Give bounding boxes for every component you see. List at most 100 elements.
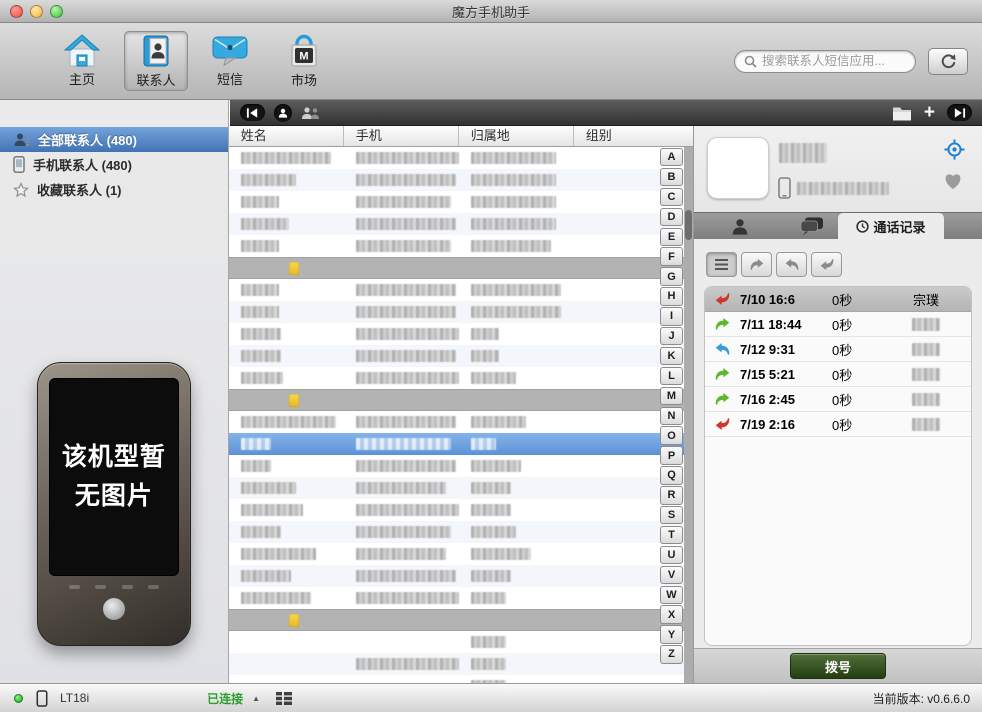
action-bar-left: [240, 104, 321, 122]
contact-row[interactable]: [229, 455, 693, 477]
column-header[interactable]: 归属地: [459, 126, 574, 146]
alphabet-R[interactable]: R: [660, 486, 683, 504]
alphabet-N[interactable]: N: [660, 407, 683, 425]
alphabet-F[interactable]: F: [660, 247, 683, 265]
alphabet-P[interactable]: P: [660, 446, 683, 464]
alphabet-D[interactable]: D: [660, 208, 683, 226]
contact-row[interactable]: [229, 521, 693, 543]
alphabet-Y[interactable]: Y: [660, 625, 683, 643]
sidebar-item-phone-contacts[interactable]: 手机联系人 (480): [0, 152, 228, 177]
contact-view-button[interactable]: [274, 104, 292, 122]
table-cell-redacted: [344, 565, 459, 587]
contact-row[interactable]: [229, 653, 693, 675]
alphabet-U[interactable]: U: [660, 546, 683, 564]
close-button[interactable]: [10, 5, 23, 18]
minimize-button[interactable]: [30, 5, 43, 18]
search-input[interactable]: [762, 54, 906, 68]
call-record-row[interactable]: 7/11 18:440秒: [705, 312, 971, 337]
add-contact-button[interactable]: +: [924, 104, 935, 121]
alphabet-T[interactable]: T: [660, 526, 683, 544]
filter-missed-button[interactable]: [811, 252, 842, 277]
contact-row[interactable]: [229, 301, 693, 323]
alphabet-I[interactable]: I: [660, 307, 683, 325]
call-record-row[interactable]: 7/12 9:310秒: [705, 337, 971, 362]
nav-market-button[interactable]: M市场: [272, 31, 336, 91]
alphabet-L[interactable]: L: [660, 367, 683, 385]
nav-home-button[interactable]: 主页: [50, 31, 114, 91]
call-record-row[interactable]: 7/16 2:450秒: [705, 387, 971, 412]
table-cell-redacted: [229, 675, 344, 683]
alphabet-S[interactable]: S: [660, 506, 683, 524]
tab-messages[interactable]: [786, 213, 838, 240]
alphabet-Z[interactable]: Z: [660, 645, 683, 663]
filter-incoming-button[interactable]: [776, 252, 807, 277]
collapse-right-button[interactable]: [947, 104, 972, 121]
contact-row-selected[interactable]: [229, 433, 693, 455]
filter-all-button[interactable]: [706, 252, 737, 277]
favorite-heart-icon[interactable]: [943, 172, 963, 190]
tab-call-log[interactable]: 通话记录: [838, 213, 944, 240]
call-record-row[interactable]: 7/15 5:210秒: [705, 362, 971, 387]
table-cell-redacted: [229, 587, 344, 609]
contact-row[interactable]: [229, 213, 693, 235]
table-cell-redacted: [229, 455, 344, 477]
alphabet-O[interactable]: O: [660, 426, 683, 444]
nav-contacts-button[interactable]: 联系人: [124, 31, 188, 91]
search-box[interactable]: [734, 50, 916, 73]
view-grid-icon[interactable]: [276, 692, 292, 705]
contact-row[interactable]: [229, 169, 693, 191]
contact-row[interactable]: [229, 499, 693, 521]
alphabet-A[interactable]: A: [660, 148, 683, 166]
column-header[interactable]: 手机: [344, 126, 459, 146]
alphabet-G[interactable]: G: [660, 267, 683, 285]
locate-icon[interactable]: [943, 138, 966, 161]
contact-row[interactable]: [229, 587, 693, 609]
tab-contact-info[interactable]: [694, 213, 786, 240]
contact-row[interactable]: [229, 411, 693, 433]
contact-row[interactable]: [229, 345, 693, 367]
sidebar-item-label: 全部联系人 (480): [38, 130, 137, 149]
alphabet-V[interactable]: V: [660, 566, 683, 584]
zoom-button[interactable]: [50, 5, 63, 18]
connection-menu-arrow[interactable]: ▲: [252, 694, 260, 703]
scrollbar-thumb[interactable]: [685, 210, 692, 240]
contact-row[interactable]: [229, 235, 693, 257]
contact-row[interactable]: [229, 543, 693, 565]
group-view-icon[interactable]: [301, 106, 321, 120]
alphabet-C[interactable]: C: [660, 188, 683, 206]
collapse-left-button[interactable]: [240, 104, 265, 121]
alphabet-J[interactable]: J: [660, 327, 683, 345]
contact-row[interactable]: [229, 279, 693, 301]
alphabet-X[interactable]: X: [660, 605, 683, 623]
contact-row[interactable]: [229, 675, 693, 683]
contact-row[interactable]: [229, 191, 693, 213]
alphabet-B[interactable]: B: [660, 168, 683, 186]
column-header[interactable]: 姓名: [229, 126, 344, 146]
refresh-button[interactable]: [928, 48, 968, 75]
alphabet-M[interactable]: M: [660, 387, 683, 405]
alphabet-W[interactable]: W: [660, 586, 683, 604]
contact-row[interactable]: [229, 565, 693, 587]
filter-outgoing-button[interactable]: [741, 252, 772, 277]
call-record-row[interactable]: 7/10 16:60秒宗璞: [705, 287, 971, 312]
contact-row[interactable]: [229, 367, 693, 389]
sidebar-item-all-contacts[interactable]: 全部联系人 (480): [0, 127, 228, 152]
table-scrollbar[interactable]: [684, 147, 693, 683]
table-cell-redacted: [459, 301, 574, 323]
dial-button[interactable]: 拨号: [790, 653, 886, 679]
contact-row[interactable]: [229, 147, 693, 169]
alphabet-E[interactable]: E: [660, 228, 683, 246]
alphabet-K[interactable]: K: [660, 347, 683, 365]
alphabet-H[interactable]: H: [660, 287, 683, 305]
folder-icon[interactable]: [892, 105, 912, 121]
column-header[interactable]: 组别: [574, 126, 693, 146]
contact-row[interactable]: [229, 477, 693, 499]
table-cell-redacted: [229, 235, 344, 257]
contact-row[interactable]: [229, 323, 693, 345]
contact-row[interactable]: [229, 631, 693, 653]
alphabet-Q[interactable]: Q: [660, 466, 683, 484]
nav-sms-button[interactable]: 短信: [198, 31, 262, 91]
call-record-row[interactable]: 7/19 2:160秒: [705, 412, 971, 437]
sidebar-item-starred-contacts[interactable]: 收藏联系人 (1): [0, 177, 228, 202]
collapse-left-icon: [246, 108, 259, 118]
